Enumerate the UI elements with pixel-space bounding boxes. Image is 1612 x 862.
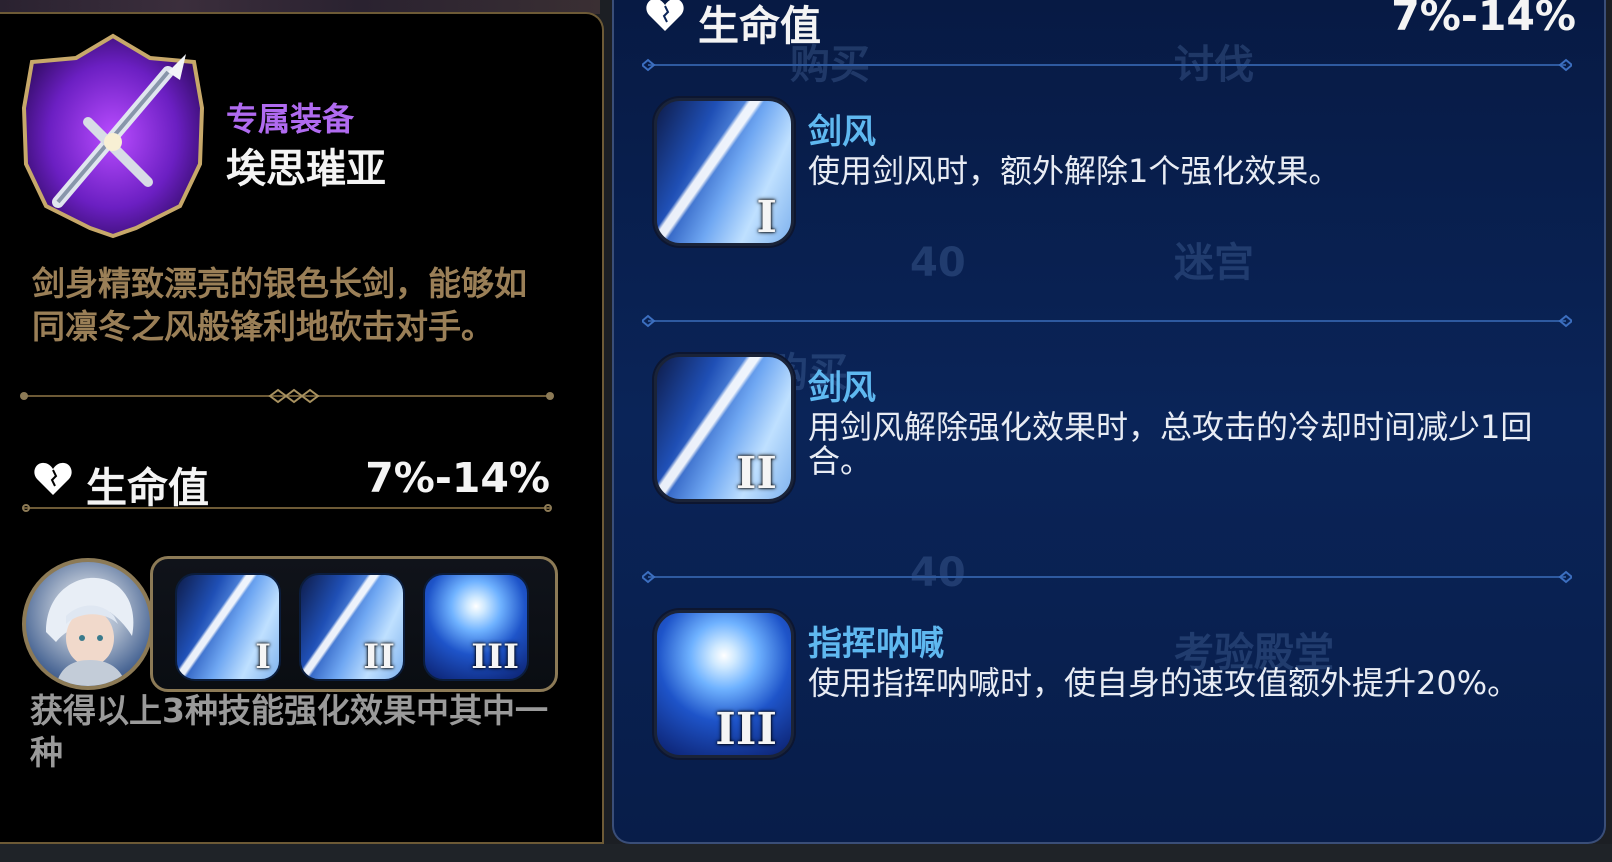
skill-name: 剑风 [808,112,876,152]
tray-skill-3-icon[interactable]: III [423,573,529,681]
sword-wind-icon[interactable]: II [654,354,794,502]
skill-card: III 指挥呐喊 使用指挥呐喊时，使自身的速攻值额外提升20%。 [654,610,1574,770]
command-shout-icon[interactable]: III [654,610,794,758]
section-divider [642,570,1572,584]
heart-icon [34,462,72,495]
gear-emblem-icon [21,33,205,239]
gear-description: 剑身精致漂亮的银色长剑，能够如同凛冬之风般锋利地砍击对手。 [32,264,527,346]
skill-description: 使用剑风时，额外解除1个强化效果。 [808,152,1341,190]
skill-description: 使用指挥呐喊时，使自身的速攻值额外提升20%。 [808,664,1520,702]
roman-numeral: III [471,637,519,677]
sword-wind-icon[interactable]: I [654,98,794,246]
roman-numeral: I [255,637,271,677]
gear-name: 埃思璀亚 [226,146,386,192]
stat-value: 7%-14% [1391,0,1576,40]
skill-enhancement-tray: I II III [150,556,558,692]
detail-stat-row-hp: 生命值 7%-14% [644,0,1576,50]
tray-skill-1-icon[interactable]: I [175,573,281,681]
hero-portrait-icon [46,577,134,686]
thin-divider [22,504,552,512]
gear-category-label: 专属装备 [226,100,355,138]
section-divider [642,314,1572,328]
skill-detail-panel: 购买 讨伐 40 迷宫 购买 40 考验殿堂 生命值 7%-14% I 剑风 使… [612,0,1606,844]
bottom-bar [0,844,1612,862]
skill-description: 用剑风解除强化效果时，总攻击的冷却时间减少1回合。 [808,408,1533,480]
ornate-divider [20,388,554,404]
roman-numeral: II [735,448,777,499]
section-divider [642,58,1572,72]
roman-numeral: III [715,704,777,755]
gear-info-panel: 专属装备 埃思璀亚 剑身精致漂亮的银色长剑，能够如同凛冬之风般锋利地砍击对手。 … [0,12,604,844]
skill-name: 剑风 [808,368,876,408]
skill-card: I 剑风 使用剑风时，额外解除1个强化效果。 [654,98,1574,258]
skill-name: 指挥呐喊 [808,624,944,664]
stat-value: 7%-14% [365,454,550,502]
tray-skill-2-icon[interactable]: II [299,573,405,681]
heart-icon [646,0,684,31]
stat-label: 生命值 [698,2,821,50]
roman-numeral: I [756,192,777,243]
tray-caption: 获得以上3种技能强化效果中其中一种 [30,691,548,772]
skill-card: II 剑风 用剑风解除强化效果时，总攻击的冷却时间减少1回合。 [654,354,1574,514]
hero-avatar[interactable] [22,558,154,690]
roman-numeral: II [363,637,395,677]
